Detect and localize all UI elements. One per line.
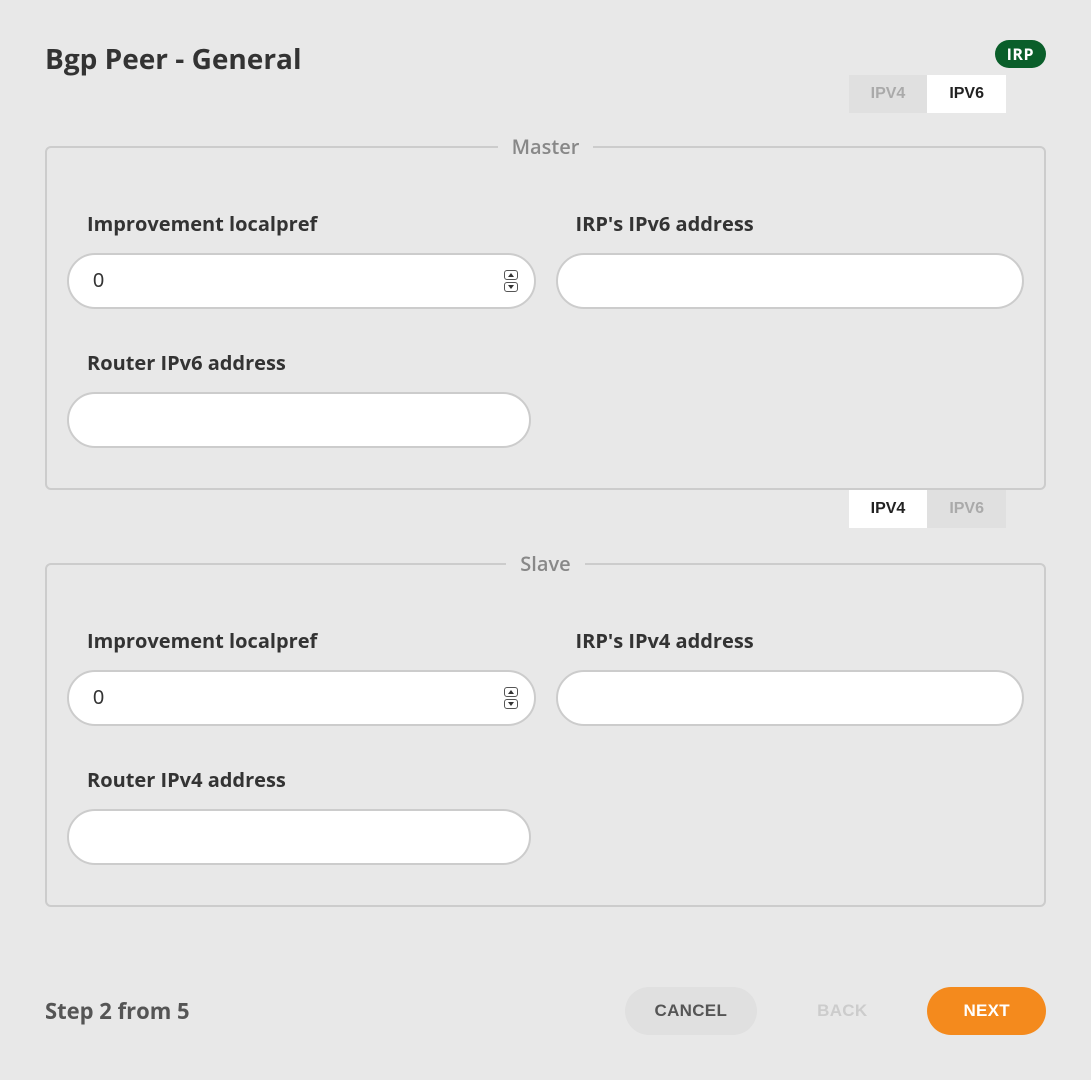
stepper-down-icon[interactable]: [504, 699, 518, 709]
master-irp-address-input[interactable]: [556, 253, 1025, 309]
next-button[interactable]: NEXT: [927, 987, 1046, 1035]
stepper-up-icon[interactable]: [504, 687, 518, 697]
master-localpref-label: Improvement localpref: [67, 210, 536, 237]
slave-router-address-label: Router IPv4 address: [67, 766, 531, 793]
slave-localpref-input[interactable]: [67, 670, 536, 726]
irp-badge: IRP: [995, 40, 1046, 68]
slave-irp-address-input[interactable]: [556, 670, 1025, 726]
wizard-footer: Step 2 from 5 CANCEL BACK NEXT: [45, 987, 1046, 1035]
slave-localpref-stepper: [504, 686, 518, 710]
tab-ipv6-master[interactable]: IPV6: [927, 75, 1006, 113]
master-fieldset: Master Improvement localpref IRP's IPv6 …: [45, 133, 1046, 490]
tab-ipv4-slave[interactable]: IPV4: [849, 490, 928, 528]
slave-irp-address-label: IRP's IPv4 address: [556, 627, 1025, 654]
step-indicator: Step 2 from 5: [45, 996, 190, 1026]
master-router-address-input[interactable]: [67, 392, 531, 448]
master-router-address-label: Router IPv6 address: [67, 349, 531, 376]
cancel-button[interactable]: CANCEL: [625, 987, 758, 1035]
tab-ipv4-master[interactable]: IPV4: [849, 75, 928, 113]
back-button[interactable]: BACK: [787, 987, 897, 1035]
tab-ipv6-slave[interactable]: IPV6: [927, 490, 1006, 528]
stepper-up-icon[interactable]: [504, 270, 518, 280]
slave-legend: Slave: [506, 550, 584, 577]
page-title: Bgp Peer - General: [45, 40, 302, 78]
slave-ip-tabs: IPV4 IPV6: [849, 490, 1006, 528]
slave-fieldset: Slave Improvement localpref IRP's IPv4 a…: [45, 550, 1046, 907]
master-ip-tabs: IPV4 IPV6: [849, 75, 1006, 113]
stepper-down-icon[interactable]: [504, 282, 518, 292]
slave-localpref-label: Improvement localpref: [67, 627, 536, 654]
master-localpref-stepper: [504, 269, 518, 293]
master-localpref-input[interactable]: [67, 253, 536, 309]
master-irp-address-label: IRP's IPv6 address: [556, 210, 1025, 237]
slave-router-address-input[interactable]: [67, 809, 531, 865]
master-legend: Master: [498, 133, 594, 160]
